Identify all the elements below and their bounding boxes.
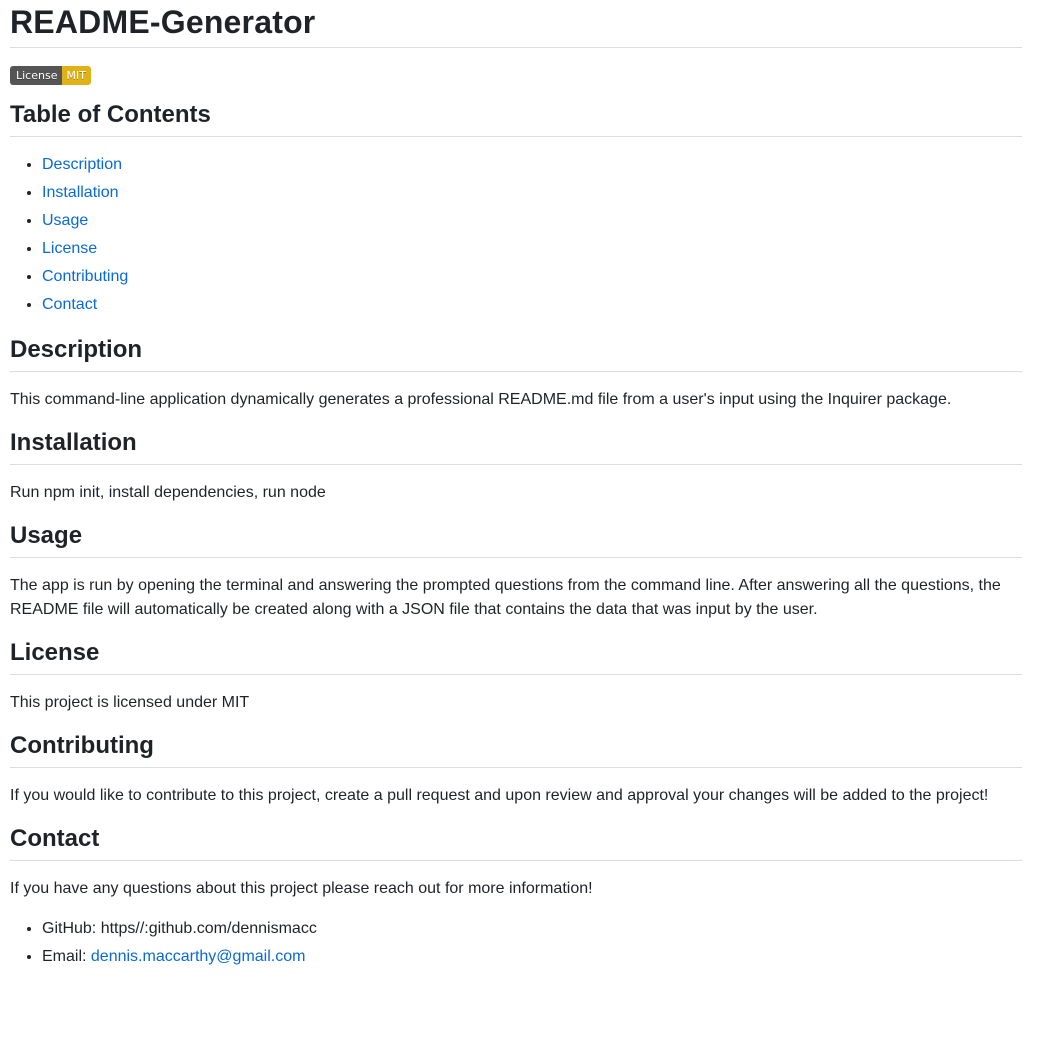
description-heading: Description [10, 335, 1022, 372]
description-text: This command-line application dynamicall… [10, 391, 952, 408]
toc-link-license[interactable]: License [42, 240, 97, 257]
contributing-text: If you would like to contribute to this … [10, 787, 989, 804]
toc-item: License [42, 235, 1022, 263]
page-title: README-Generator [10, 0, 1022, 48]
usage-heading: Usage [10, 521, 1022, 558]
contributing-section: Contributing If you would like to contri… [10, 731, 1022, 808]
license-badge[interactable]: License MIT [10, 66, 91, 85]
badge-row: License MIT [10, 66, 1022, 85]
toc-link-installation[interactable]: Installation [42, 184, 119, 201]
usage-section: Usage The app is run by opening the term… [10, 521, 1022, 622]
toc-item: Description [42, 151, 1022, 179]
toc-list: Description Installation Usage License C… [10, 151, 1022, 319]
toc-link-contributing[interactable]: Contributing [42, 268, 128, 285]
toc-item: Usage [42, 207, 1022, 235]
installation-heading: Installation [10, 428, 1022, 465]
license-section: License This project is licensed under M… [10, 638, 1022, 715]
toc-item: Contributing [42, 263, 1022, 291]
toc-heading: Table of Contents [10, 100, 1022, 137]
toc-link-usage[interactable]: Usage [42, 212, 88, 229]
contact-heading: Contact [10, 824, 1022, 861]
license-text: This project is licensed under MIT [10, 694, 250, 711]
license-badge-value: MIT [62, 66, 91, 85]
contributing-heading: Contributing [10, 731, 1022, 768]
toc-item: Contact [42, 291, 1022, 319]
readme-content: README-Generator License MIT Table of Co… [10, 0, 1022, 971]
contact-email-item: Email: dennis.maccarthy@gmail.com [42, 943, 1022, 971]
github-value: https//:github.com/dennismacc [100, 920, 317, 937]
contact-text: If you have any questions about this pro… [10, 880, 593, 897]
installation-section: Installation Run npm init, install depen… [10, 428, 1022, 505]
email-label: Email: [42, 948, 87, 965]
license-badge-label: License [10, 66, 63, 85]
email-link[interactable]: dennis.maccarthy@gmail.com [91, 948, 306, 965]
toc-item: Installation [42, 179, 1022, 207]
toc-link-contact[interactable]: Contact [42, 296, 97, 313]
license-heading: License [10, 638, 1022, 675]
contact-section: Contact If you have any questions about … [10, 824, 1022, 971]
github-label: GitHub: [42, 920, 97, 937]
usage-text: The app is run by opening the terminal a… [10, 577, 1001, 618]
description-section: Description This command-line applicatio… [10, 335, 1022, 412]
contact-list: GitHub: https//:github.com/dennismacc Em… [10, 915, 1022, 971]
installation-text: Run npm init, install dependencies, run … [10, 484, 326, 501]
contact-github-item: GitHub: https//:github.com/dennismacc [42, 915, 1022, 943]
toc-link-description[interactable]: Description [42, 156, 122, 173]
